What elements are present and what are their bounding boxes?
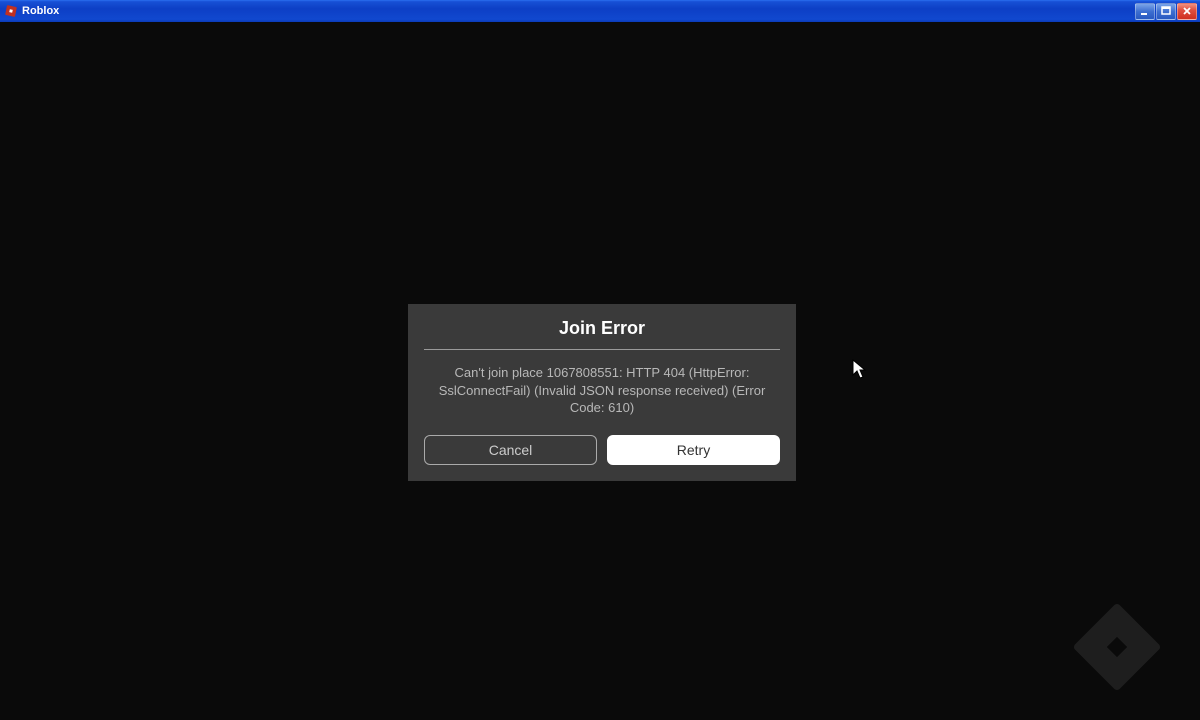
cursor-icon (852, 359, 868, 381)
window-title: Roblox (22, 5, 1135, 17)
cancel-button[interactable]: Cancel (424, 435, 597, 465)
app-icon (4, 4, 18, 18)
dialog-buttons: Cancel Retry (424, 435, 780, 465)
dialog-divider (424, 349, 780, 350)
maximize-button[interactable] (1156, 3, 1176, 20)
roblox-logo-icon (1072, 602, 1162, 692)
titlebar: Roblox (0, 0, 1200, 22)
retry-button[interactable]: Retry (607, 435, 780, 465)
close-button[interactable] (1177, 3, 1197, 20)
minimize-button[interactable] (1135, 3, 1155, 20)
viewport: Join Error Can't join place 1067808551: … (0, 22, 1200, 720)
dialog-title: Join Error (424, 318, 780, 349)
dialog-message: Can't join place 1067808551: HTTP 404 (H… (424, 364, 780, 417)
join-error-dialog: Join Error Can't join place 1067808551: … (408, 304, 796, 481)
window-controls (1135, 3, 1197, 20)
